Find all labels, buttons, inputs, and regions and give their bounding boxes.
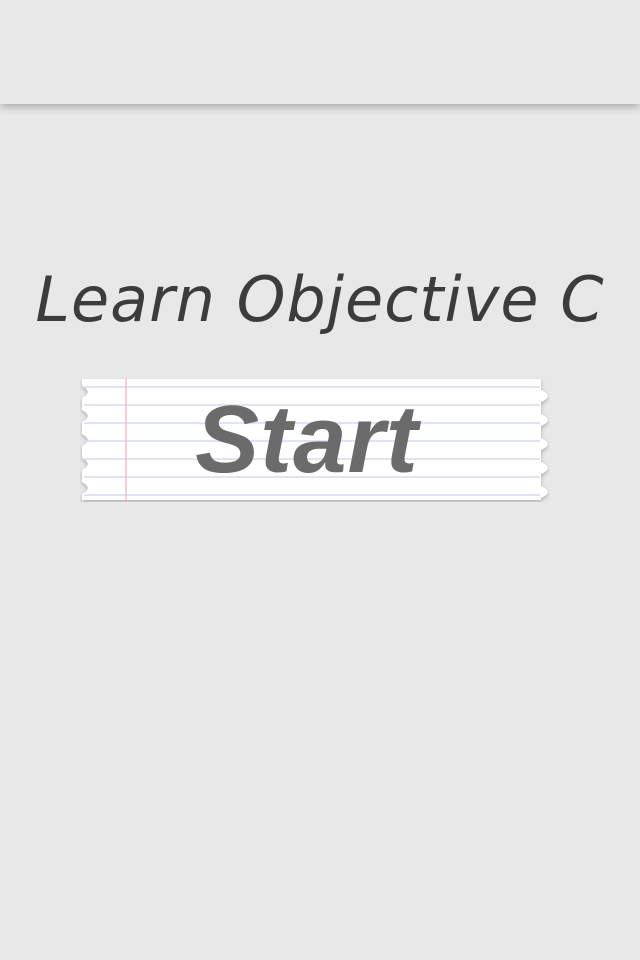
start-button-label: Start (195, 386, 419, 493)
app-title: Learn Objective C (35, 263, 605, 336)
start-button[interactable]: Start (80, 378, 550, 502)
top-app-bar (0, 0, 640, 104)
